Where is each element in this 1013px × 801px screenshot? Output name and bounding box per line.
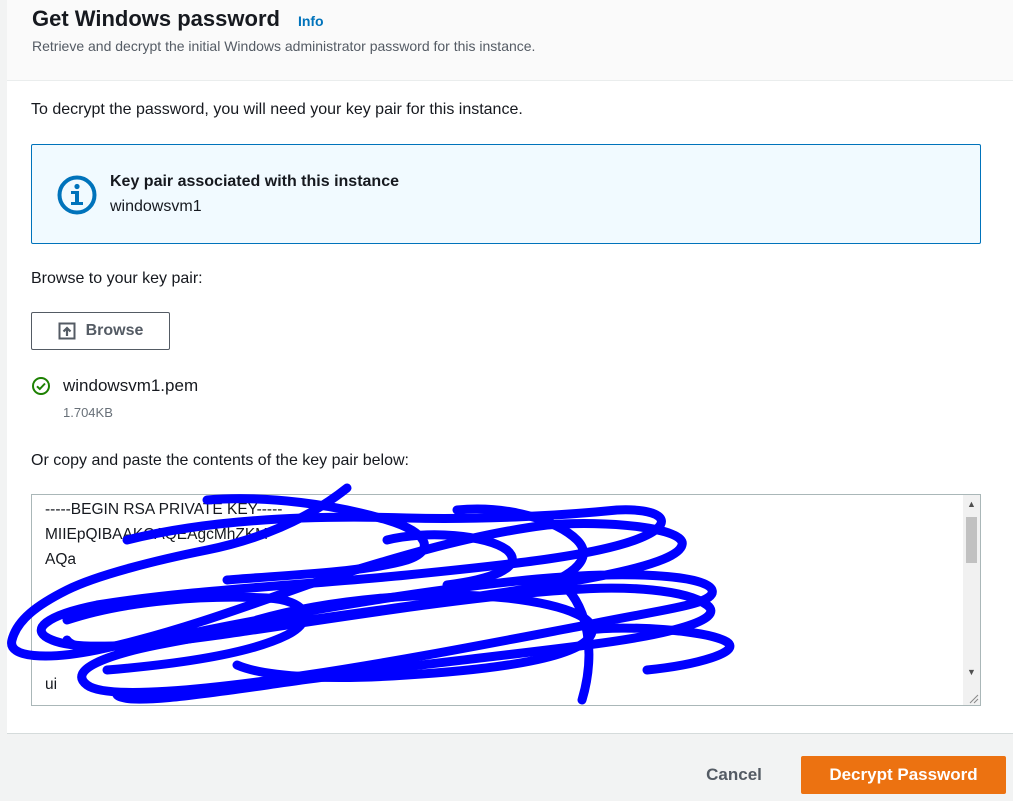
browse-label: Browse to your key pair: (31, 270, 203, 287)
upload-icon (58, 322, 76, 340)
scroll-down-arrow-icon[interactable]: ▼ (963, 663, 980, 680)
selected-file: windowsvm1.pem (31, 376, 198, 396)
key-line: MIIEpQIBAAKCAQEAgcMhZKM (45, 526, 269, 543)
textarea-scrollbar[interactable]: ▲ ▼ (963, 495, 980, 705)
page-title: Get Windows password (32, 6, 280, 31)
info-link[interactable]: Info (298, 13, 324, 29)
key-pair-textarea[interactable]: -----BEGIN RSA PRIVATE KEY----- MIIEpQIB… (31, 494, 981, 706)
paste-label: Or copy and paste the contents of the ke… (31, 452, 409, 469)
scroll-thumb[interactable] (966, 517, 977, 563)
alert-title: Key pair associated with this instance (110, 173, 399, 190)
scroll-up-arrow-icon[interactable]: ▲ (963, 495, 980, 512)
info-icon (57, 175, 97, 215)
cancel-button[interactable]: Cancel (689, 759, 779, 791)
modal-footer: Cancel Decrypt Password (7, 733, 1013, 801)
get-windows-password-modal: Get Windows password Info Retrieve and d… (7, 0, 1013, 801)
key-pair-name: windowsvm1 (110, 198, 202, 215)
file-name: windowsvm1.pem (63, 376, 199, 395)
title-row: Get Windows password Info (32, 6, 324, 32)
decrypt-password-button[interactable]: Decrypt Password (801, 756, 1006, 794)
page-subtitle: Retrieve and decrypt the initial Windows… (32, 38, 536, 54)
key-line: ui (45, 676, 58, 693)
file-size: 1.704KB (63, 405, 113, 420)
browse-button[interactable]: Browse (31, 312, 170, 350)
decrypt-password-label: Decrypt Password (829, 765, 978, 784)
key-pair-info-alert: Key pair associated with this instance w… (31, 144, 981, 244)
intro-text: To decrypt the password, you will need y… (31, 101, 523, 118)
browse-button-label: Browse (85, 322, 144, 339)
modal-header: Get Windows password Info Retrieve and d… (7, 0, 1013, 81)
resize-grip-icon[interactable] (967, 692, 979, 704)
key-line: AQa (45, 551, 77, 568)
check-circle-icon (32, 377, 50, 395)
key-line: -----BEGIN RSA PRIVATE KEY----- (45, 501, 283, 518)
